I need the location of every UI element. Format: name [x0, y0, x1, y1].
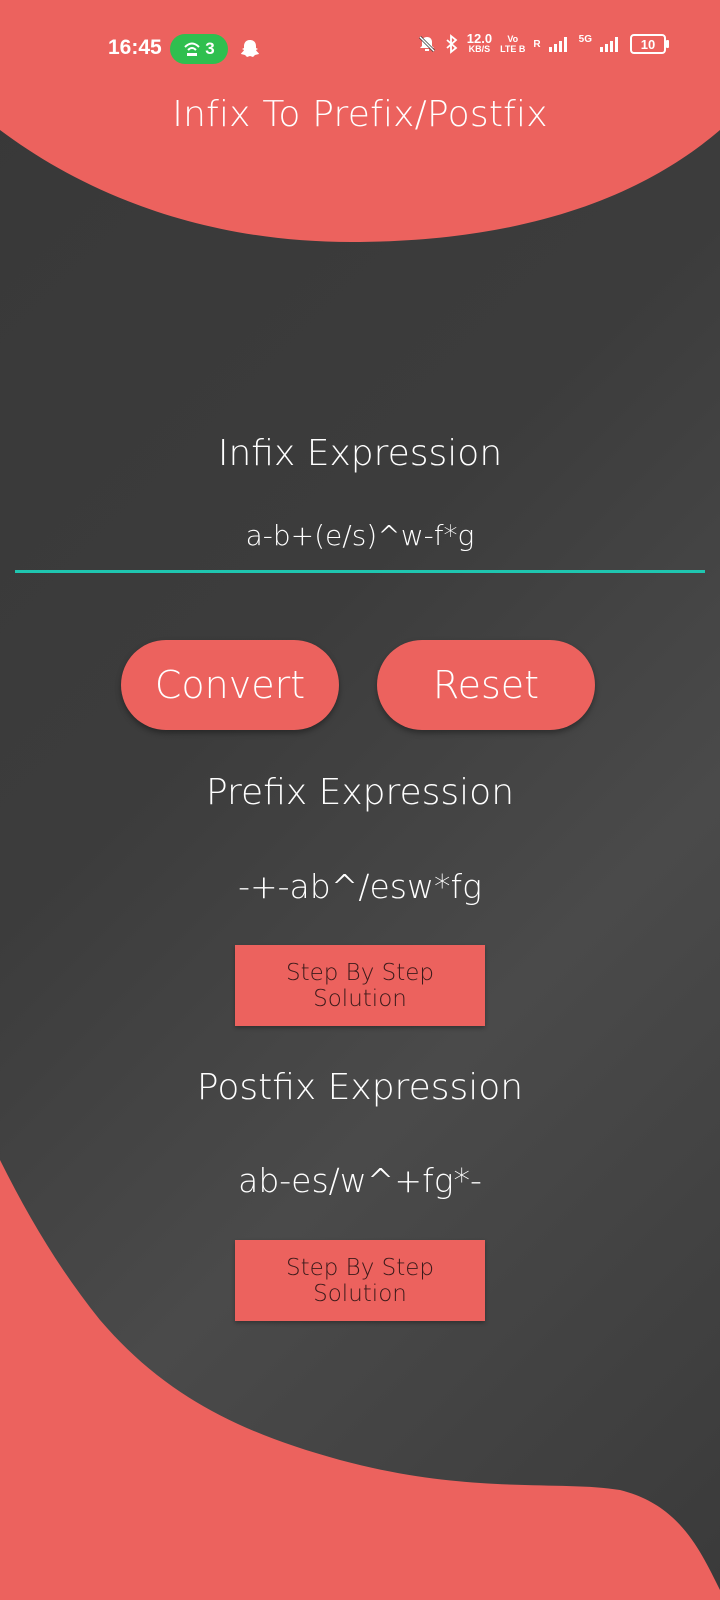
snapchat-icon: [241, 40, 259, 57]
status-bar: 16:45 3 12.0 KB/S Vo LTE B R 5G 10: [0, 0, 720, 96]
infix-input[interactable]: [15, 510, 705, 573]
postfix-label: Postfix Expression: [196, 1067, 524, 1108]
roaming-indicator: R: [533, 38, 541, 50]
convert-button[interactable]: Convert: [121, 640, 339, 730]
app-title: Infix To Prefix/Postfix: [172, 94, 548, 135]
status-time: 16:45: [108, 36, 162, 59]
footer-wave-shape: [0, 1160, 720, 1600]
hotspot-count: 3: [205, 39, 215, 58]
reset-button[interactable]: Reset: [377, 640, 595, 730]
battery-level: 10: [640, 36, 656, 52]
signal-icon: [548, 37, 567, 52]
signal-2-icon: [600, 37, 618, 52]
prefix-label: Prefix Expression: [205, 772, 515, 813]
network-speed: 12.0 KB/S: [466, 31, 493, 54]
postfix-step-by-step-button[interactable]: Step By Step Solution: [235, 1240, 485, 1321]
postfix-result: ab-es/w^+fg*-: [238, 1161, 482, 1200]
mute-bell-icon: [418, 35, 435, 53]
bluetooth-icon: [446, 34, 458, 54]
battery-icon: 10: [630, 34, 669, 54]
infix-label: Infix Expression: [217, 433, 503, 474]
prefix-step-by-step-button[interactable]: Step By Step Solution: [235, 945, 485, 1026]
hotspot-icon: [184, 42, 200, 56]
volte-indicator: Vo LTE B: [500, 34, 526, 54]
hotspot-indicator: 3: [170, 34, 228, 64]
prefix-result: -+-ab^/esw*fg: [238, 867, 482, 906]
network-type: 5G: [578, 34, 592, 45]
status-icons: 12.0 KB/S Vo LTE B R 5G 10: [417, 31, 669, 54]
